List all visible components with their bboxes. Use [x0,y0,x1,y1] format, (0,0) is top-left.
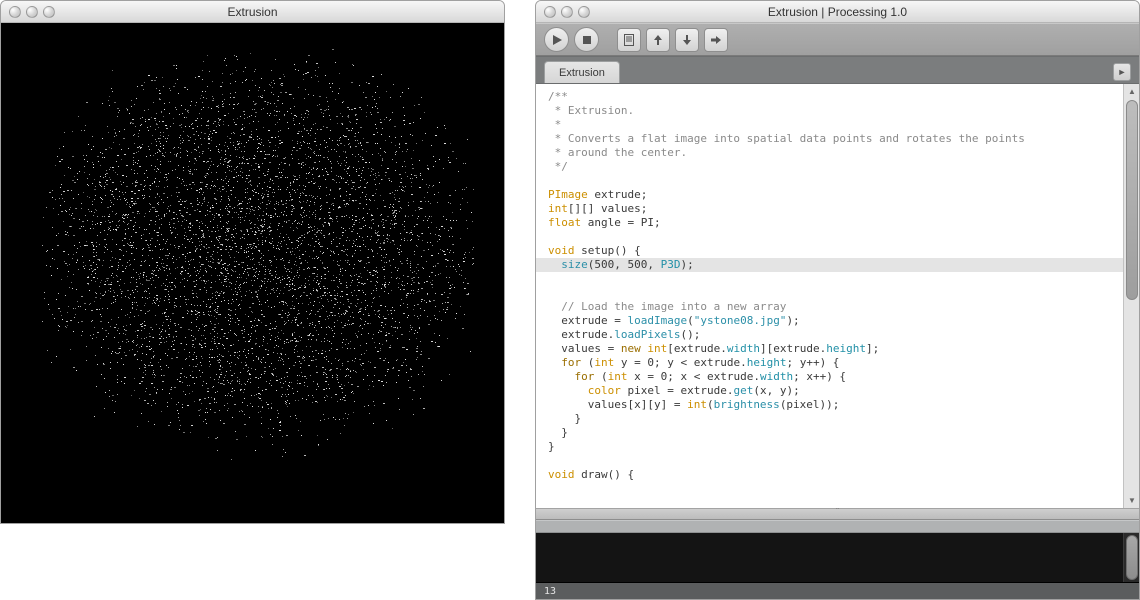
save-button[interactable] [675,28,699,52]
minimize-icon[interactable] [561,6,573,18]
editor-scrollbar[interactable]: ▲ ▼ [1123,84,1139,508]
add-tab-button[interactable]: ► [1113,63,1131,81]
code-editor[interactable]: /** * Extrusion. * * Converts a flat ima… [536,84,1123,508]
close-icon[interactable] [544,6,556,18]
ide-titlebar[interactable]: Extrusion | Processing 1.0 [536,1,1139,23]
sketch-window-title: Extrusion [1,1,504,22]
scroll-thumb[interactable] [1126,100,1138,300]
run-button[interactable] [544,27,569,52]
status-bar: 13 [536,583,1139,599]
zoom-icon[interactable] [43,6,55,18]
page-icon [623,33,635,47]
chevron-right-icon: ► [1118,67,1127,77]
ide-window: Extrusion | Processing 1.0 Extrusion ► /… [535,0,1140,600]
sketch-canvas [1,23,504,523]
scroll-down-icon[interactable]: ▼ [1124,493,1140,508]
stop-icon [581,34,593,46]
message-bar [536,520,1139,533]
export-button[interactable] [704,28,728,52]
sketch-titlebar[interactable]: Extrusion [1,1,504,23]
ide-toolbar [536,23,1139,56]
ide-window-title: Extrusion | Processing 1.0 [536,1,1139,22]
open-button[interactable] [646,28,670,52]
sketch-tab[interactable]: Extrusion [544,61,620,83]
tab-bar: Extrusion ► [536,56,1139,84]
console-pane[interactable] [536,533,1139,583]
minimize-icon[interactable] [26,6,38,18]
splitter-handle[interactable]: ˆ [536,508,1139,520]
stop-button[interactable] [574,27,599,52]
arrow-down-icon [681,33,693,47]
console-scrollbar[interactable] [1123,533,1139,582]
grip-icon: ˆ [836,507,839,518]
scroll-up-icon[interactable]: ▲ [1124,84,1140,99]
play-icon [551,34,563,46]
console-scroll-thumb[interactable] [1126,535,1138,580]
close-icon[interactable] [9,6,21,18]
arrow-right-icon [709,33,723,47]
new-button[interactable] [617,28,641,52]
sketch-output-window: Extrusion [0,0,505,524]
sketch-tab-label: Extrusion [559,67,605,79]
traffic-lights [9,6,55,18]
arrow-up-icon [652,33,664,47]
zoom-icon[interactable] [578,6,590,18]
traffic-lights [544,6,590,18]
line-number-indicator: 13 [544,586,556,597]
editor-area: /** * Extrusion. * * Converts a flat ima… [536,84,1139,508]
